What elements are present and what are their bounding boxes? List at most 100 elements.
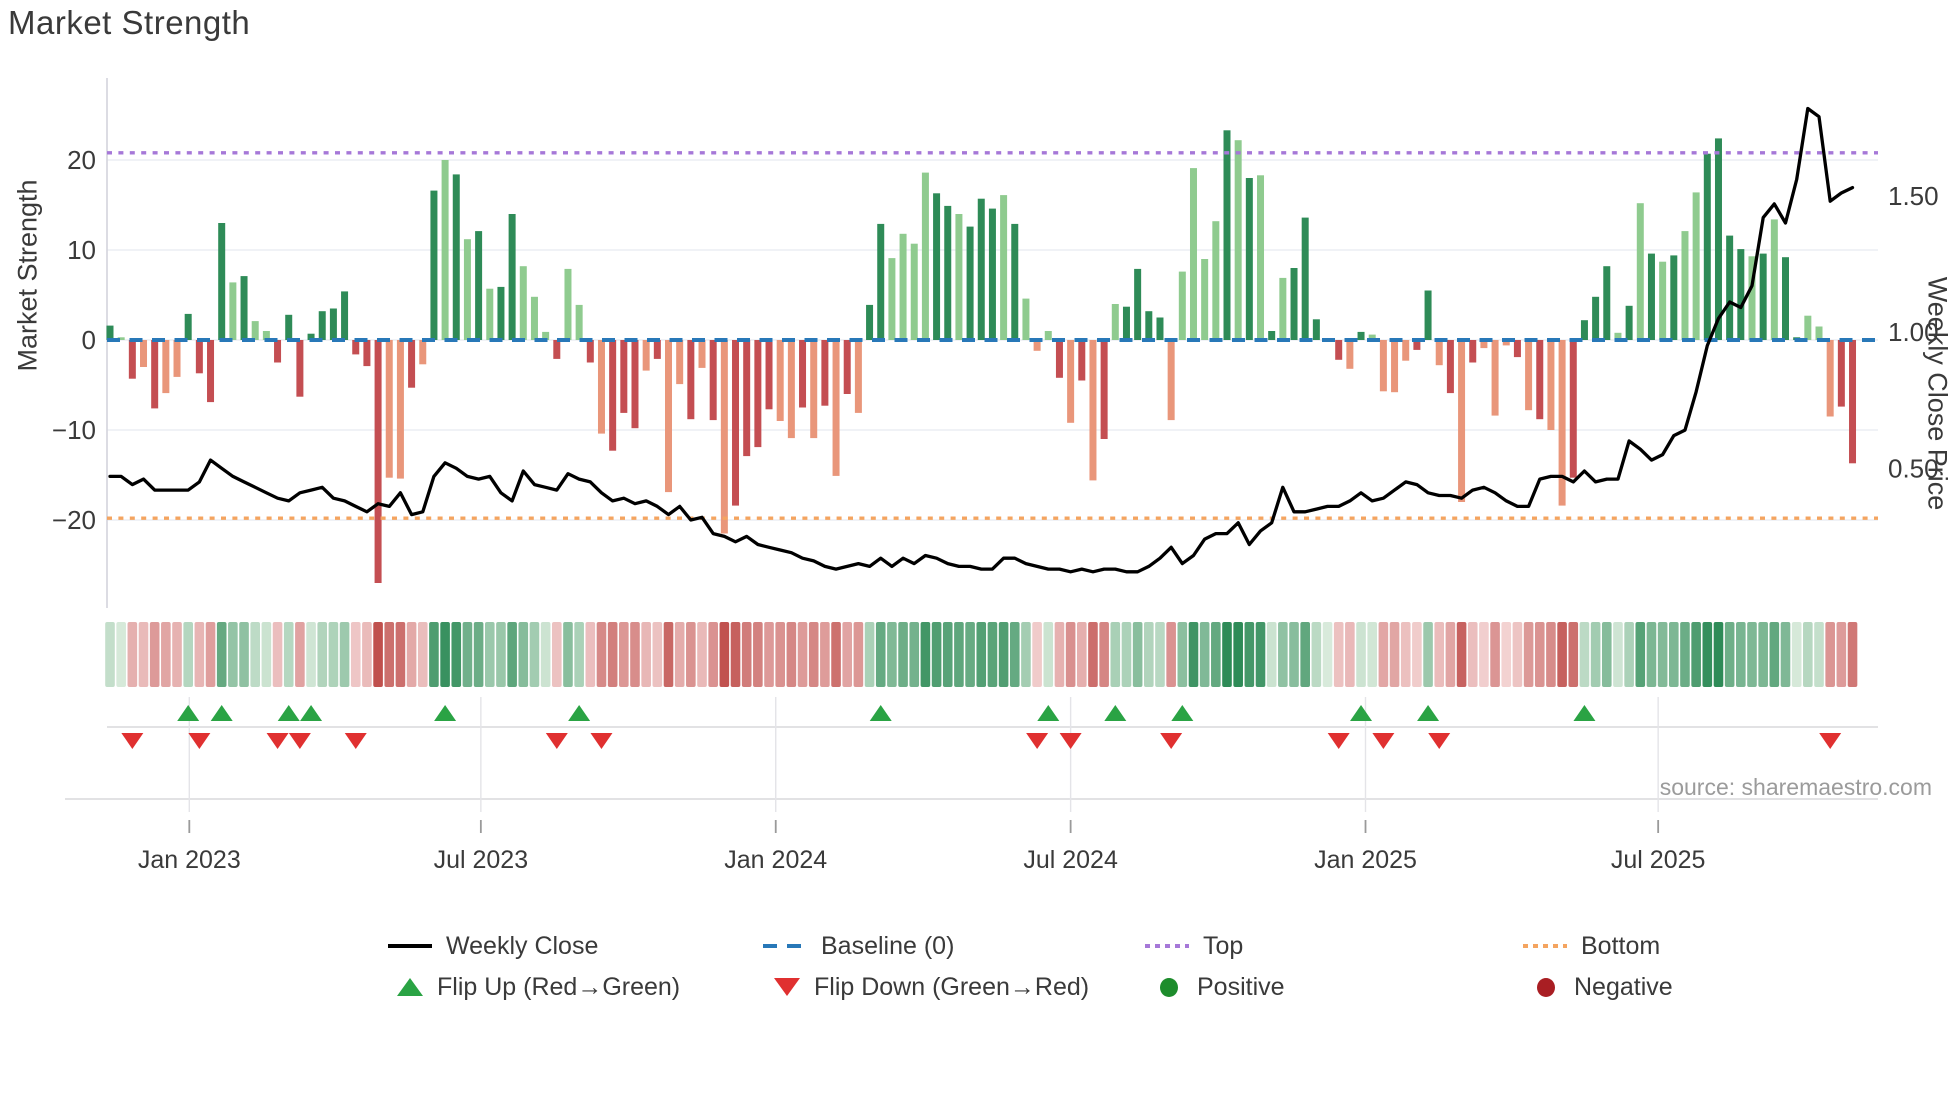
heat-cell [730, 622, 741, 687]
strength-bar [1111, 304, 1119, 340]
strength-bar [821, 340, 829, 406]
flip-up-marker [1417, 705, 1440, 721]
heat-cell [1836, 622, 1847, 687]
heat-cell [1278, 622, 1288, 687]
strength-bar [1067, 340, 1075, 423]
strength-bar [1770, 219, 1778, 340]
strength-bar [1815, 326, 1823, 340]
strength-bar [1536, 340, 1544, 420]
heat-cell [1523, 622, 1534, 687]
heat-cell [540, 622, 551, 687]
strength-bar [329, 308, 337, 340]
flip-up-marker [300, 705, 323, 721]
heat-cell [507, 622, 517, 687]
heat-cell [484, 622, 495, 687]
legend-item-flip-up: Flip Up (Red→Green) [397, 972, 680, 1002]
heat-cell [842, 622, 853, 687]
heat-cell [1791, 622, 1802, 687]
heat-cell [808, 622, 819, 687]
x-tick-label: Jan 2024 [724, 846, 827, 874]
strength-bar [888, 258, 896, 340]
heat-cell [719, 622, 730, 687]
strength-bar [1145, 311, 1153, 340]
strength-bar [140, 340, 148, 367]
heat-cell [1378, 622, 1389, 687]
flip-down-marker [266, 733, 289, 749]
heat-cell [172, 622, 182, 687]
heat-cell [1233, 622, 1243, 687]
heat-cell [529, 622, 540, 687]
heat-cell [753, 622, 763, 687]
heat-cell [1076, 622, 1087, 687]
heat-cell [1266, 622, 1277, 687]
heat-cell [887, 622, 897, 687]
legend-label: Weekly Close [446, 931, 599, 960]
strength-bar [732, 340, 740, 506]
heat-cell [1300, 622, 1310, 687]
heat-cell [1222, 622, 1232, 687]
strength-bar [1189, 168, 1197, 340]
heat-cell [1501, 622, 1512, 687]
heat-cell [652, 622, 663, 687]
flip-down-marker [121, 733, 144, 749]
strength-bar [530, 296, 538, 340]
heat-cell [1144, 622, 1154, 687]
heat-cell [1166, 622, 1176, 687]
strength-bar [966, 226, 974, 340]
heat-cell [686, 622, 696, 687]
heat-cell [1188, 622, 1199, 687]
heat-cell [965, 622, 975, 687]
heat-cell [909, 622, 920, 687]
heat-cell [552, 622, 562, 687]
heat-cell [875, 622, 886, 687]
flip-down-marker [1059, 733, 1082, 749]
flip-down-marker [1819, 733, 1842, 749]
strength-bar [1178, 271, 1186, 340]
strength-bar [1849, 340, 1857, 464]
strength-bar [207, 340, 215, 403]
heat-cell [764, 622, 774, 687]
strength-bar [1402, 340, 1410, 361]
strength-bar [687, 340, 695, 420]
heat-cell [1043, 622, 1054, 687]
heat-cell [328, 622, 339, 687]
heat-cell [1345, 622, 1355, 687]
heat-cell [1769, 622, 1780, 687]
strength-bar [1435, 340, 1443, 366]
strength-bar [720, 340, 728, 534]
strength-bar [1603, 266, 1611, 340]
strength-bar [1580, 320, 1588, 340]
strength-bar [1022, 298, 1030, 340]
strength-bar [195, 340, 203, 374]
legend-label: Negative [1574, 972, 1673, 1001]
heat-cell [942, 622, 953, 687]
left-tick-label: 10 [67, 235, 96, 265]
strength-bar [1167, 340, 1175, 421]
top-dotted-swatch-icon [1145, 944, 1189, 948]
heat-cell [362, 622, 372, 687]
heat-cell [1814, 622, 1824, 687]
strength-bar [631, 340, 639, 429]
heat-cell [1423, 622, 1433, 687]
heat-cell [339, 622, 350, 687]
flip-down-marker [545, 733, 568, 749]
heat-cell [1110, 622, 1121, 687]
x-tick-label: Jan 2023 [138, 846, 241, 874]
strength-bar [642, 340, 650, 371]
heat-cell [194, 622, 205, 687]
strength-bar [1670, 255, 1678, 340]
strength-bar [1379, 340, 1387, 392]
heat-cell [462, 622, 473, 687]
flip-up-marker [1037, 705, 1060, 721]
flip-up-marker [1104, 705, 1127, 721]
flip-down-marker [188, 733, 211, 749]
positive-dot-icon [1160, 977, 1178, 997]
heat-cell [373, 622, 383, 687]
strength-bar [463, 239, 471, 340]
strength-bar [1681, 231, 1689, 340]
heat-cell [797, 622, 808, 687]
legend-item-negative: Negative [1532, 972, 1673, 1002]
strength-bar [933, 193, 941, 340]
flip-up-marker [568, 705, 591, 721]
heat-cell [1534, 622, 1545, 687]
